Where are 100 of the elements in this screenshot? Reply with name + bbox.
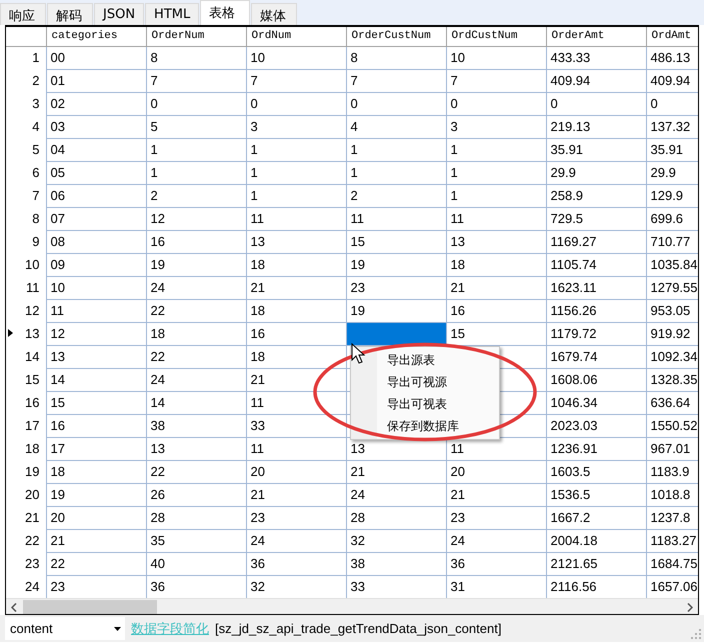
tab[interactable]: HTML	[145, 3, 200, 25]
table-cell: 1	[346, 138, 446, 161]
table-cell: 3	[446, 115, 546, 138]
column-header[interactable]: OrdNum	[246, 27, 346, 46]
table-cell: 15	[46, 391, 146, 414]
table-cell: 8	[146, 46, 246, 69]
table-cell: 21	[46, 529, 146, 552]
table-cell: 1105.74	[546, 253, 646, 276]
table-cell: 18	[46, 460, 146, 483]
row-number: 22	[6, 529, 46, 552]
column-header[interactable]: categories	[46, 27, 146, 46]
row-number: 16	[6, 391, 46, 414]
menu-item[interactable]: 导出可视源	[351, 371, 499, 393]
row-number: 7	[6, 184, 46, 207]
table-cell: 10	[446, 46, 546, 69]
table-cell: 1092.34	[646, 345, 698, 368]
tab[interactable]: 解码	[47, 3, 93, 25]
row-number: 9	[6, 230, 46, 253]
table-cell: 36	[246, 552, 346, 575]
column-header[interactable]: OrdCustNum	[446, 27, 546, 46]
table-cell: 15	[346, 230, 446, 253]
row-number: 10	[6, 253, 46, 276]
table-cell: 3	[246, 115, 346, 138]
table-cell: 1	[246, 161, 346, 184]
field-dropdown[interactable]: content	[5, 617, 125, 640]
menu-item[interactable]: 保存到数据库	[351, 415, 499, 437]
table-cell: 967.01	[646, 437, 698, 460]
table-cell: 2121.65	[546, 552, 646, 575]
table-cell: 21	[246, 276, 346, 299]
table-cell: 29.9	[646, 161, 698, 184]
table-cell: 16	[446, 299, 546, 322]
row-number: 11	[6, 276, 46, 299]
row-number: 21	[6, 506, 46, 529]
table-cell: 08	[46, 230, 146, 253]
column-header[interactable]: OrderNum	[146, 27, 246, 46]
table-cell: 11	[46, 299, 146, 322]
table-cell: 219.13	[546, 115, 646, 138]
row-number: 13	[6, 322, 46, 345]
menu-item[interactable]: 导出可视表	[351, 393, 499, 415]
table-cell: 16	[146, 230, 246, 253]
scrollbar-thumb[interactable]	[23, 600, 157, 614]
table-cell: 2023.03	[546, 414, 646, 437]
table-cell: 1	[446, 161, 546, 184]
column-header[interactable]: OrderCustNum	[346, 27, 446, 46]
table-cell: 5	[146, 115, 246, 138]
table-cell: 1	[146, 138, 246, 161]
table-cell: 13	[146, 437, 246, 460]
row-number: 18	[6, 437, 46, 460]
tab[interactable]: 响应	[0, 3, 46, 25]
table-cell: 1237.8	[646, 506, 698, 529]
table-cell: 19	[346, 253, 446, 276]
table-cell: 953.05	[646, 299, 698, 322]
table-cell: 7	[346, 69, 446, 92]
table-cell: 0	[546, 92, 646, 115]
table-cell: 14	[46, 368, 146, 391]
table-cell: 04	[46, 138, 146, 161]
table-cell: 409.94	[546, 69, 646, 92]
table-cell: 17	[46, 437, 146, 460]
table-cell: 01	[46, 69, 146, 92]
table-cell: 2	[346, 184, 446, 207]
table-cell: 0	[346, 92, 446, 115]
table-cell: 20	[446, 460, 546, 483]
table-cell: 1603.5	[546, 460, 646, 483]
table-cell: 19	[46, 483, 146, 506]
table-cell: 1	[246, 184, 346, 207]
column-header[interactable]: OrdAmt	[646, 27, 698, 46]
table-cell: 36	[446, 552, 546, 575]
table-cell: 11	[446, 207, 546, 230]
row-number: 3	[6, 92, 46, 115]
table-cell: 710.77	[646, 230, 698, 253]
row-number: 6	[6, 161, 46, 184]
table-cell: 1035.84	[646, 253, 698, 276]
table-cell: 137.32	[646, 115, 698, 138]
resize-grip-icon[interactable]	[691, 629, 701, 639]
table-cell: 1328.35	[646, 368, 698, 391]
table-cell: 10	[246, 46, 346, 69]
table-cell: 40	[146, 552, 246, 575]
table-cell: 05	[46, 161, 146, 184]
table-cell: 1183.9	[646, 460, 698, 483]
table-cell: 1046.34	[546, 391, 646, 414]
table-cell: 15	[446, 322, 546, 345]
table-cell: 7	[146, 69, 246, 92]
table-cell: 1179.72	[546, 322, 646, 345]
tab[interactable]: JSON	[94, 3, 144, 25]
tab[interactable]: 表格	[200, 0, 250, 25]
table-cell: 06	[46, 184, 146, 207]
table-cell: 0	[246, 92, 346, 115]
table-cell: 1667.2	[546, 506, 646, 529]
selected-cell[interactable]	[346, 322, 446, 345]
table-cell: 24	[246, 529, 346, 552]
table-cell: 21	[246, 483, 346, 506]
menu-item[interactable]: 导出源表	[351, 349, 499, 371]
table-cell: 1156.26	[546, 299, 646, 322]
table-cell: 21	[446, 483, 546, 506]
table-cell: 11	[246, 437, 346, 460]
table-cell: 729.5	[546, 207, 646, 230]
tab[interactable]: 媒体	[251, 3, 298, 25]
table-cell: 1279.55	[646, 276, 698, 299]
table-cell: 433.33	[546, 46, 646, 69]
column-header[interactable]: OrderAmt	[546, 27, 646, 46]
